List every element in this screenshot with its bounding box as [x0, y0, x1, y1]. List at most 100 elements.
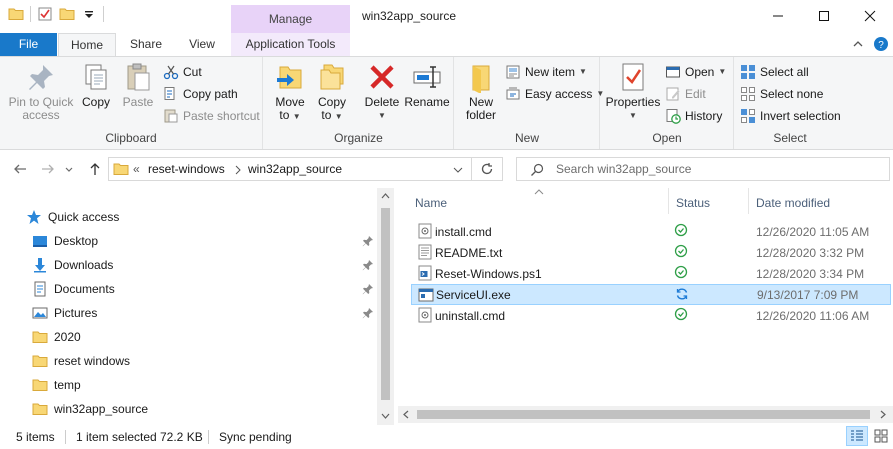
open-label: Open: [685, 65, 715, 79]
nav-item-documents[interactable]: Documents: [32, 278, 115, 300]
address-bar[interactable]: « reset-windows win32app_source: [108, 157, 472, 181]
file-row[interactable]: Reset-Windows.ps1 12/28/2020 3:34 PM: [411, 263, 891, 284]
nav-item-win32app-source[interactable]: win32app_source: [32, 398, 148, 420]
pin-icon[interactable]: [362, 259, 374, 271]
open-button[interactable]: Open ▼: [665, 62, 726, 82]
large-icons-view-button[interactable]: [870, 426, 892, 446]
column-separator[interactable]: [748, 188, 749, 214]
customize-toolbar-icon[interactable]: [81, 6, 97, 22]
breadcrumb-reset-windows[interactable]: reset-windows: [148, 162, 225, 176]
scrollbar-thumb[interactable]: [381, 208, 390, 400]
nav-item-downloads[interactable]: Downloads: [32, 254, 113, 276]
chevron-right-icon[interactable]: [234, 165, 242, 175]
nav-label: reset windows: [54, 354, 131, 368]
nav-item-quick-access[interactable]: Quick access: [26, 206, 119, 228]
details-view-button[interactable]: [846, 426, 868, 446]
nav-item-reset-windows[interactable]: reset windows: [32, 350, 130, 372]
refresh-button[interactable]: [472, 157, 503, 181]
properties-button[interactable]: Properties ▼: [605, 61, 661, 122]
file-row[interactable]: uninstall.cmd 12/26/2020 11:06 AM: [411, 305, 891, 326]
nav-label: Desktop: [54, 234, 99, 248]
recent-locations-button[interactable]: [62, 159, 76, 179]
details-view-icon: [851, 430, 863, 441]
file-row-selected[interactable]: ServiceUI.exe 9/13/2017 7:09 PM: [411, 284, 891, 305]
delete-icon: [370, 65, 394, 89]
close-button[interactable]: [847, 0, 893, 32]
column-header-name[interactable]: Name: [415, 196, 447, 210]
pin-icon[interactable]: [362, 283, 374, 295]
new-folder-label-2: folder: [465, 108, 497, 122]
pin-to-quick-access-button[interactable]: Pin to Quick access: [6, 61, 76, 122]
pin-icon[interactable]: [362, 235, 374, 247]
file-row[interactable]: install.cmd 12/26/2020 11:05 AM: [411, 221, 891, 242]
quick-access-toolbar: [8, 6, 104, 22]
copy-to-label-2: to ▼: [321, 108, 343, 122]
nav-item-temp[interactable]: temp: [32, 374, 81, 396]
new-folder-button[interactable]: New folder: [461, 61, 501, 122]
breadcrumb-overflow[interactable]: «: [133, 162, 140, 176]
new-item-icon: [506, 65, 520, 79]
scroll-down-icon[interactable]: [381, 413, 390, 419]
column-header-status[interactable]: Status: [676, 196, 710, 210]
minimize-button[interactable]: [755, 0, 801, 32]
cut-button[interactable]: Cut: [163, 62, 202, 82]
rename-button[interactable]: Rename: [404, 61, 450, 109]
column-separator[interactable]: [668, 188, 669, 214]
properties-dropdown-icon[interactable]: ▼: [605, 109, 661, 122]
nav-item-2020[interactable]: 2020: [32, 326, 81, 348]
help-icon[interactable]: ?: [873, 36, 889, 52]
file-row[interactable]: README.txt 12/28/2020 3:32 PM: [411, 242, 891, 263]
copy-button[interactable]: Copy: [78, 61, 114, 109]
invert-selection-button[interactable]: Invert selection: [740, 106, 841, 126]
chevron-up-icon[interactable]: [852, 38, 864, 50]
select-all-button[interactable]: Select all: [740, 62, 809, 82]
tab-application-tools[interactable]: Application Tools: [231, 33, 350, 56]
folder-icon: [113, 163, 129, 175]
edit-button[interactable]: Edit: [665, 84, 706, 104]
paste-shortcut-button[interactable]: Paste shortcut: [163, 106, 260, 126]
select-none-button[interactable]: Select none: [740, 84, 823, 104]
forward-button[interactable]: [38, 159, 58, 179]
nav-pane-scrollbar[interactable]: [377, 188, 394, 425]
new-folder-icon[interactable]: [59, 6, 75, 22]
delete-dropdown-icon[interactable]: ▼: [362, 109, 402, 122]
new-item-label: New item: [525, 65, 576, 79]
manage-tab[interactable]: Manage: [231, 5, 350, 33]
pin-icon: [29, 65, 53, 90]
tab-view[interactable]: View: [176, 33, 228, 56]
navigation-bar: « reset-windows win32app_source Search w…: [0, 151, 893, 187]
file-list-horizontal-scrollbar[interactable]: [398, 406, 893, 423]
nav-item-desktop[interactable]: Desktop: [32, 230, 98, 252]
up-button[interactable]: [85, 159, 105, 179]
back-button[interactable]: [10, 159, 30, 179]
breadcrumb-win32app-source[interactable]: win32app_source: [248, 162, 342, 176]
svg-text:?: ?: [878, 40, 884, 51]
scroll-up-icon[interactable]: [381, 193, 390, 199]
copy-to-button[interactable]: Copy to ▼: [312, 61, 352, 123]
copy-path-button[interactable]: Copy path: [163, 84, 238, 104]
properties-icon[interactable]: [37, 6, 53, 22]
paste-button[interactable]: Paste: [118, 61, 158, 109]
easy-access-button[interactable]: Easy access ▼: [505, 84, 604, 104]
history-button[interactable]: History: [665, 106, 722, 126]
file-name: README.txt: [435, 245, 503, 260]
folder-icon: [32, 379, 48, 391]
pin-icon[interactable]: [362, 307, 374, 319]
scrollbar-thumb[interactable]: [417, 410, 870, 419]
organize-group-label: Organize: [334, 131, 383, 145]
maximize-button[interactable]: [801, 0, 847, 32]
nav-item-pictures[interactable]: Pictures: [32, 302, 97, 324]
selection-size: 72.2 KB: [160, 430, 203, 444]
new-item-button[interactable]: New item ▼: [505, 62, 587, 82]
delete-button[interactable]: Delete ▼: [362, 61, 402, 122]
scroll-right-icon[interactable]: [880, 410, 886, 419]
move-to-button[interactable]: Move to ▼: [270, 61, 310, 123]
pictures-icon: [32, 307, 48, 319]
chevron-down-icon[interactable]: [453, 166, 463, 174]
column-header-date-modified[interactable]: Date modified: [756, 196, 830, 210]
tab-share[interactable]: Share: [118, 33, 174, 56]
tab-home[interactable]: Home: [58, 33, 116, 57]
scroll-left-icon[interactable]: [403, 410, 409, 419]
search-box[interactable]: Search win32app_source: [516, 157, 890, 181]
tab-file[interactable]: File: [0, 33, 57, 56]
